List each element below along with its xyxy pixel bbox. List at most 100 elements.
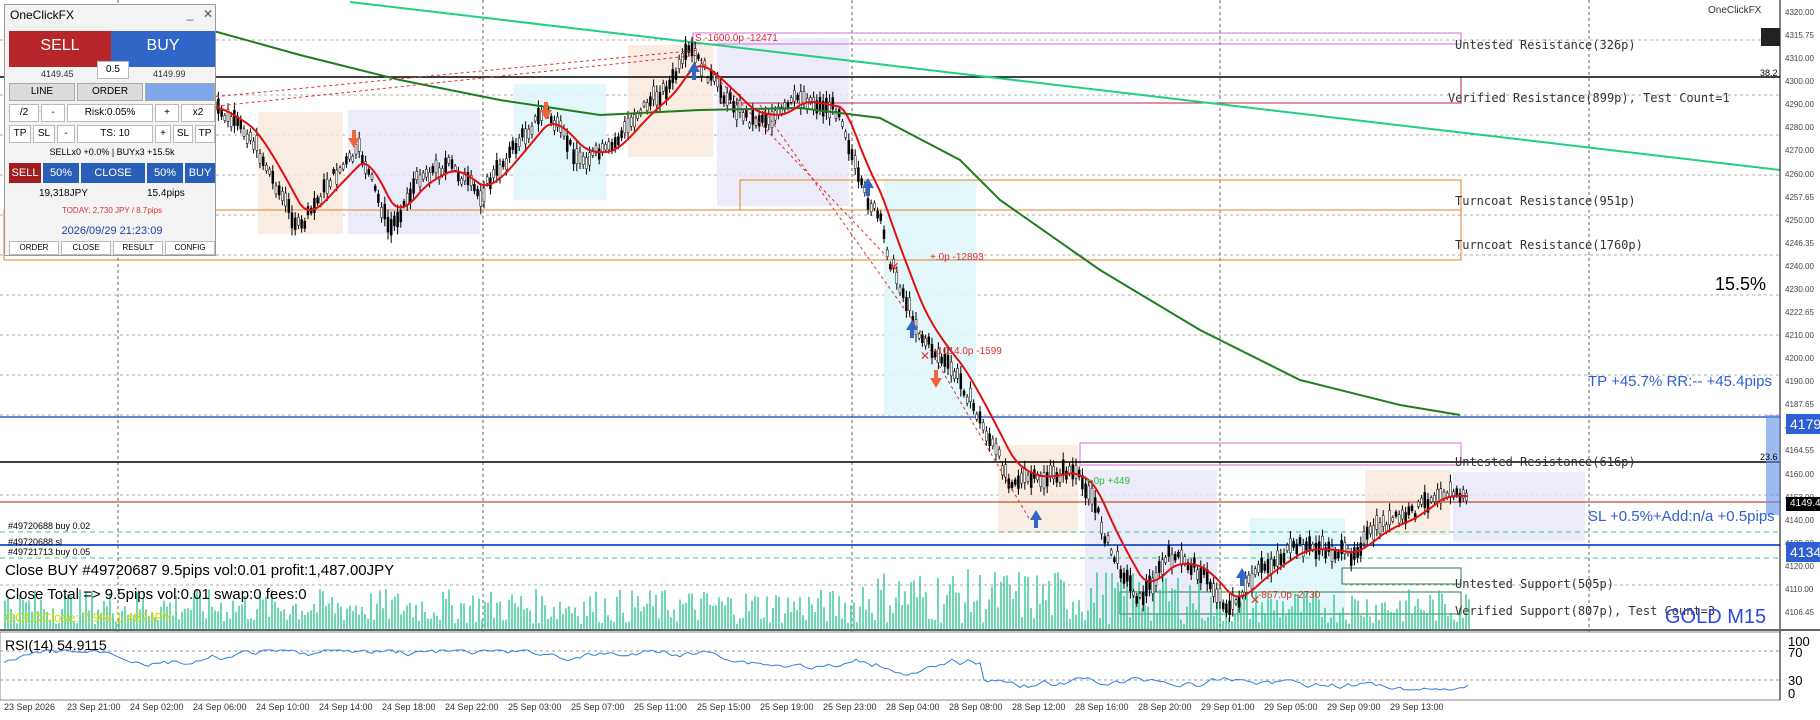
close-all-button[interactable]: CLOSE xyxy=(81,163,145,183)
candle-body xyxy=(1375,515,1379,530)
volume-bar xyxy=(487,602,489,630)
volume-bar xyxy=(250,618,252,630)
candle-body xyxy=(1125,569,1129,582)
volume-bar xyxy=(841,618,843,630)
order-label-2[interactable]: #49720688 sl xyxy=(8,537,62,547)
tab-order[interactable]: ORDER xyxy=(9,241,59,255)
candle-body xyxy=(1433,495,1436,502)
risk-plus-button[interactable]: + xyxy=(155,104,179,122)
order-label-3[interactable]: #49721713 buy 0.05 xyxy=(8,547,90,557)
volume-bar xyxy=(886,622,888,630)
candle-body xyxy=(1362,531,1366,544)
candle-body xyxy=(495,160,499,176)
volume-bar xyxy=(661,591,663,630)
volume-bar xyxy=(688,593,690,630)
halve-button[interactable]: /2 xyxy=(9,104,39,122)
tp-price-box[interactable]: 4179. xyxy=(1786,414,1820,434)
close-buy-50-button[interactable]: 50% xyxy=(147,163,183,183)
candle-body xyxy=(1209,581,1212,590)
candle-body xyxy=(1001,465,1004,476)
candle-body xyxy=(1420,497,1423,505)
risk-minus-button[interactable]: - xyxy=(41,104,65,122)
sell-button[interactable]: SELL xyxy=(9,31,111,67)
volume-bar xyxy=(553,606,555,630)
candle-body xyxy=(1301,544,1305,557)
candle-body xyxy=(581,156,585,165)
candle-body xyxy=(434,159,438,174)
volume-bar xyxy=(1054,573,1056,630)
candle-body xyxy=(585,157,588,170)
candle-body xyxy=(421,172,425,180)
candle-body xyxy=(380,207,383,218)
trailing-stop-field[interactable]: TS: 10 xyxy=(77,125,153,143)
candle-body xyxy=(338,167,342,173)
volume-bar xyxy=(664,590,666,630)
chart-shift-button[interactable] xyxy=(1761,28,1780,46)
volume-bar xyxy=(1204,620,1206,630)
volume-bar xyxy=(1453,619,1455,630)
volume-bar xyxy=(1084,620,1086,630)
candle-body xyxy=(377,193,380,203)
volume-bar xyxy=(973,601,975,630)
time-axis-tick: 28 Sep 08:00 xyxy=(949,702,1003,712)
candle-body xyxy=(332,169,335,174)
close-icon[interactable]: ✕ xyxy=(201,7,215,21)
tp-right-button[interactable]: TP xyxy=(195,125,215,143)
close-sell-button[interactable]: SELL xyxy=(9,163,41,183)
volume-bar xyxy=(1069,618,1071,630)
volume-bar xyxy=(649,590,651,630)
risk-field[interactable]: Risk:0.05% xyxy=(67,104,153,122)
sl-price-box[interactable]: 4134. xyxy=(1786,542,1820,562)
volume-bar xyxy=(1270,598,1272,630)
double-button[interactable]: x2 xyxy=(181,104,215,122)
candle-body xyxy=(786,102,790,108)
order-button[interactable]: ORDER xyxy=(77,83,143,101)
candle-body xyxy=(988,433,991,447)
rsi-panel[interactable] xyxy=(0,631,1781,701)
candle-body xyxy=(1097,507,1100,513)
volume-bar xyxy=(1222,620,1224,630)
candle-body xyxy=(1148,575,1151,590)
volume-bar xyxy=(1057,572,1059,630)
volume-bar xyxy=(643,606,645,630)
candle-body xyxy=(706,77,710,83)
candle-body xyxy=(1356,546,1359,559)
volume-bar xyxy=(1414,605,1416,630)
volume-bar xyxy=(679,599,681,630)
tab-config[interactable]: CONFIG xyxy=(165,241,215,255)
volume-bar xyxy=(748,610,750,630)
candle-body xyxy=(549,116,553,124)
volume-bar xyxy=(382,608,384,630)
close-sell-50-button[interactable]: 50% xyxy=(43,163,79,183)
candle-body xyxy=(642,101,646,107)
volume-bar xyxy=(517,606,519,630)
trade-label-4: +.0p -12893 xyxy=(930,252,984,263)
candle-body xyxy=(1442,491,1446,499)
minimize-icon[interactable]: _ xyxy=(183,7,197,21)
candle-body xyxy=(629,116,633,127)
oneclickfx-panel[interactable]: OneClickFX _ ✕ SELL BUY 0.5 4149.45 4149… xyxy=(4,4,216,256)
volume-bar xyxy=(337,603,339,630)
lot-size-input[interactable]: 0.5 xyxy=(97,61,129,79)
ts-minus-button[interactable]: - xyxy=(57,125,75,143)
tab-result[interactable]: RESULT xyxy=(113,241,163,255)
volume-bar xyxy=(313,604,315,630)
sl-right-button[interactable]: SL xyxy=(173,125,193,143)
candle-body xyxy=(1410,505,1414,511)
ts-plus-button[interactable]: + xyxy=(155,125,171,143)
mode-toggle-button[interactable] xyxy=(145,83,215,101)
volume-bar xyxy=(739,618,741,630)
volume-bar xyxy=(502,620,504,630)
volume-bar xyxy=(571,613,573,630)
volume-bar xyxy=(793,601,795,630)
price-axis-tick: 4210.00 xyxy=(1785,331,1814,341)
volume-bar xyxy=(880,589,882,630)
line-button[interactable]: LINE xyxy=(9,83,75,101)
sl-left-button[interactable]: SL xyxy=(33,125,55,143)
close-buy-button[interactable]: BUY xyxy=(185,163,215,183)
candle-body xyxy=(1196,569,1199,580)
order-label-1[interactable]: #49720688 buy 0.02 xyxy=(8,521,90,531)
tp-left-button[interactable]: TP xyxy=(9,125,31,143)
volume-bar xyxy=(1048,581,1050,630)
tab-close[interactable]: CLOSE xyxy=(61,241,111,255)
